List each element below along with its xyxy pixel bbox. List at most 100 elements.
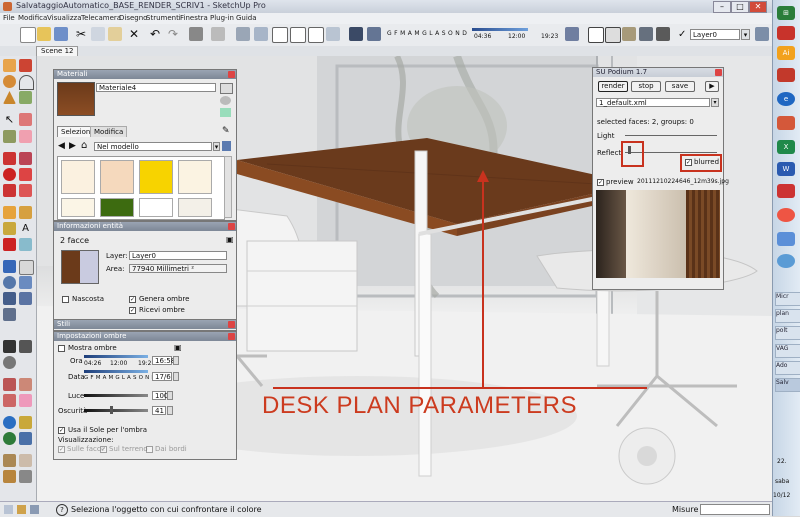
play-button[interactable]: ▶ xyxy=(705,81,719,92)
toolbar-time-slider[interactable] xyxy=(472,28,528,31)
light-value-field[interactable]: 100 xyxy=(152,391,168,400)
google-earth-icon[interactable] xyxy=(3,432,16,445)
fog-toggle-icon[interactable] xyxy=(367,27,381,41)
share-model-icon[interactable] xyxy=(19,416,32,429)
orbit-icon[interactable] xyxy=(3,260,16,273)
taskbar-item[interactable]: plan xyxy=(775,309,800,323)
create-material-icon[interactable] xyxy=(220,96,231,105)
shaded-icon[interactable] xyxy=(622,27,636,41)
time-spinner[interactable] xyxy=(173,356,179,365)
menu-camera[interactable]: Telecamera xyxy=(81,14,121,22)
expand-icon[interactable]: ▣ xyxy=(226,235,234,244)
right-view-icon[interactable] xyxy=(290,27,306,43)
3d-text-icon[interactable] xyxy=(19,238,32,251)
cut-icon[interactable]: ✂ xyxy=(74,27,88,41)
xray-icon[interactable] xyxy=(565,27,579,41)
close-window-button[interactable]: ✕ xyxy=(749,1,767,13)
light-slider[interactable] xyxy=(84,394,148,397)
library-dropdown[interactable]: Nel modello xyxy=(94,142,212,151)
monochrome-icon[interactable] xyxy=(656,27,670,41)
zoom-icon[interactable] xyxy=(3,276,16,289)
get-models-icon[interactable] xyxy=(3,416,16,429)
dimension-icon[interactable] xyxy=(19,206,32,219)
media-app-icon[interactable] xyxy=(777,254,795,268)
receive-shadows-checkbox[interactable]: ✓ xyxy=(129,307,136,314)
zoom-extents-icon[interactable] xyxy=(19,292,32,305)
material-swatch[interactable] xyxy=(100,198,134,217)
menu-file[interactable]: File xyxy=(3,14,15,22)
freehand-tool-icon[interactable] xyxy=(19,91,32,104)
home-icon[interactable]: ⌂ xyxy=(81,140,87,151)
light-spinner[interactable] xyxy=(167,391,173,400)
measurements-field[interactable] xyxy=(700,504,770,515)
hidden-checkbox[interactable] xyxy=(62,296,69,303)
excel-app-icon[interactable]: X xyxy=(777,140,795,154)
user-icon[interactable] xyxy=(30,505,39,514)
redo-icon[interactable]: ↷ xyxy=(166,27,180,41)
print-icon[interactable] xyxy=(189,27,203,41)
position-camera-icon[interactable] xyxy=(3,308,16,321)
shadow-panel-title[interactable]: Impostazioni ombre xyxy=(54,332,236,341)
material-swatch[interactable] xyxy=(178,160,212,194)
scale-tool-icon[interactable] xyxy=(3,184,16,197)
on-faces-checkbox[interactable]: ✓ xyxy=(58,446,65,453)
dark-value-field[interactable]: 41 xyxy=(152,406,166,415)
stop-button[interactable]: stop xyxy=(631,81,661,92)
zoom-previous-icon[interactable] xyxy=(3,292,16,305)
illustrator-app-icon[interactable]: Ai xyxy=(777,46,795,60)
section-plane-icon[interactable] xyxy=(3,356,16,369)
pan-hand-icon[interactable] xyxy=(19,260,34,275)
menu-window[interactable]: Finestra xyxy=(180,14,208,22)
text-tool-icon[interactable]: A xyxy=(19,222,32,235)
layer-manager-icon[interactable] xyxy=(755,27,769,41)
solid-tools-icon[interactable] xyxy=(19,470,32,483)
taskbar-item[interactable]: polt xyxy=(775,326,800,340)
wireframe-icon[interactable] xyxy=(588,27,604,43)
sandbox-drape-icon[interactable] xyxy=(19,378,32,391)
pdf-app-icon[interactable] xyxy=(777,26,795,40)
protractor-icon[interactable] xyxy=(3,222,16,235)
make-component-icon[interactable] xyxy=(19,113,32,126)
blurred-checkbox[interactable]: ✓ xyxy=(685,159,692,166)
toggle-terrain-icon[interactable] xyxy=(19,432,32,445)
erase-icon[interactable]: ✕ xyxy=(127,27,141,41)
zoom-window-icon[interactable] xyxy=(19,276,32,289)
material-swatch[interactable] xyxy=(139,198,173,217)
tape-measure-icon[interactable] xyxy=(3,206,16,219)
hidden-line-icon[interactable] xyxy=(605,27,621,43)
menu-help[interactable]: Guida xyxy=(236,14,257,22)
podium-light-slider[interactable] xyxy=(625,135,717,136)
close-icon[interactable] xyxy=(228,223,235,230)
save-button[interactable]: save xyxy=(665,81,695,92)
component-attributes-icon[interactable] xyxy=(3,470,16,483)
push-pull-icon[interactable] xyxy=(19,152,32,165)
entity-layer-dropdown[interactable]: Layer0 xyxy=(129,251,227,260)
component-options-icon[interactable] xyxy=(19,454,32,467)
close-icon[interactable] xyxy=(228,333,235,340)
chrome-app-icon[interactable] xyxy=(777,208,795,222)
taskbar-item[interactable]: Micr xyxy=(775,292,800,306)
date-spinner[interactable] xyxy=(173,372,179,381)
move-tool-icon[interactable] xyxy=(3,152,16,165)
sandbox-stamp-icon[interactable] xyxy=(3,394,16,407)
select-arrow-icon[interactable]: ↖ xyxy=(3,113,16,126)
entity-panel-title[interactable]: Informazioni entità xyxy=(54,222,236,231)
expand-icon[interactable]: ▣ xyxy=(174,343,182,352)
credits-icon[interactable] xyxy=(17,505,26,514)
tab-edit[interactable]: Modifica xyxy=(90,126,128,137)
dark-spinner[interactable] xyxy=(167,406,173,415)
material-swatch[interactable] xyxy=(100,160,134,194)
shadows-toggle-icon[interactable] xyxy=(349,27,363,41)
preview-checkbox[interactable]: ✓ xyxy=(597,179,604,186)
on-ground-checkbox[interactable]: ✓ xyxy=(100,446,107,453)
display-secondary-icon[interactable] xyxy=(220,83,233,94)
sandbox-flip-icon[interactable] xyxy=(19,394,32,407)
menu-edit[interactable]: Modifica xyxy=(18,14,47,22)
line-tool-icon[interactable] xyxy=(19,59,32,72)
close-icon[interactable] xyxy=(715,69,722,76)
windows-start-icon[interactable]: ⊞ xyxy=(777,6,795,20)
copy-icon[interactable] xyxy=(91,27,105,41)
follow-me-icon[interactable] xyxy=(19,168,32,181)
offset-tool-icon[interactable] xyxy=(19,184,32,197)
menu-view[interactable]: Visualizza xyxy=(47,14,81,22)
